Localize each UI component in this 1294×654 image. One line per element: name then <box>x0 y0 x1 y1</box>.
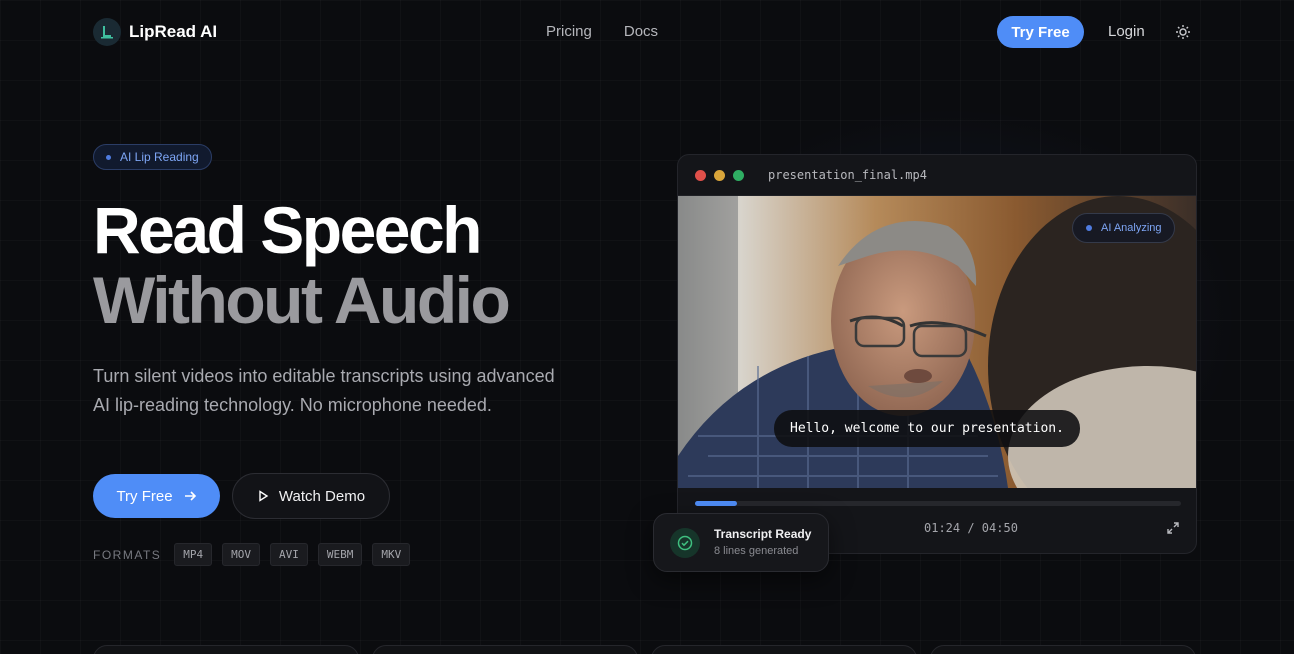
window-maximize-dot <box>733 169 744 181</box>
window-minimize-dot <box>714 169 725 181</box>
feature-card <box>651 645 917 654</box>
live-caption: Hello, welcome to our presentation. <box>774 410 1080 447</box>
format-tag: AVI <box>270 543 308 566</box>
window-title-bar: presentation_final.mp4 <box>678 155 1196 196</box>
timecode: 01:24 / 04:50 <box>924 521 1018 535</box>
transcript-ready-toast: Transcript Ready 8 lines generated <box>653 513 829 572</box>
feature-card <box>372 645 638 654</box>
brand-name: LipRead AI <box>129 22 218 41</box>
nav-try-free-button[interactable]: Try Free <box>997 16 1084 48</box>
progress-bar[interactable] <box>695 501 1181 506</box>
watch-demo-button[interactable]: Watch Demo <box>232 473 390 519</box>
hero-subtitle: Turn silent videos into editable transcr… <box>93 366 555 415</box>
video-filename: presentation_final.mp4 <box>768 168 927 182</box>
sun-icon[interactable] <box>1174 23 1192 41</box>
try-free-label: Try Free <box>116 487 173 505</box>
toast-title: Transcript Ready <box>714 527 812 541</box>
window-close-dot <box>695 169 706 181</box>
toast-subtitle: 8 lines generated <box>714 545 799 557</box>
brand[interactable]: LipRead AI <box>93 18 217 46</box>
login-link[interactable]: Login <box>1108 23 1145 40</box>
arrow-right-icon <box>184 491 196 501</box>
feature-card <box>93 645 359 654</box>
hero-title-line1: Read Speech <box>93 193 483 267</box>
format-tag: MKV <box>372 543 411 566</box>
video-player-card: presentation_final.mp4 AI Analyzing Hell… <box>677 154 1197 554</box>
check-circle-icon <box>670 528 700 558</box>
play-icon <box>259 490 269 502</box>
hero-badge: AI Lip Reading <box>93 144 212 170</box>
formats-row: FORMATS MP4 MOV AVI WEBM MKV <box>93 543 411 566</box>
nav-link-pricing[interactable]: Pricing <box>546 23 592 40</box>
ai-analyzing-badge: AI Analyzing <box>1072 213 1175 243</box>
expand-icon[interactable] <box>1166 521 1180 535</box>
format-tag: MP4 <box>174 543 213 566</box>
logo-icon <box>93 18 121 46</box>
format-tag: WEBM <box>317 543 363 566</box>
formats-label: FORMATS <box>93 547 162 562</box>
video-frame[interactable]: AI Analyzing Hello, welcome to our prese… <box>678 196 1196 488</box>
nav-link-docs[interactable]: Docs <box>624 23 658 40</box>
top-nav: LipRead AI Pricing Docs Try Free Login <box>0 0 1294 64</box>
progress-fill <box>695 501 737 506</box>
nav-links: Pricing Docs <box>546 23 658 40</box>
hero-title-line2: Without Audio <box>93 263 511 337</box>
feature-card <box>930 645 1196 654</box>
watch-demo-label: Watch Demo <box>278 487 366 505</box>
hero-try-free-button[interactable]: Try Free <box>93 474 220 518</box>
format-tag: MOV <box>222 543 261 566</box>
